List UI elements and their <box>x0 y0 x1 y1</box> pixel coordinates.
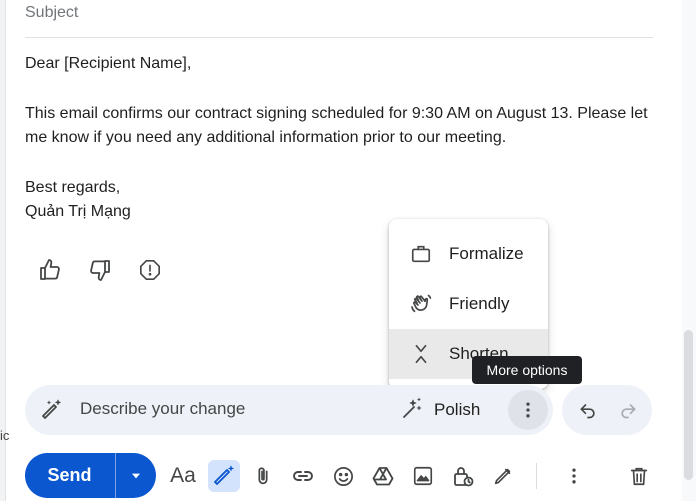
signature-pen-icon[interactable] <box>488 461 518 491</box>
undo-redo-group <box>562 385 652 435</box>
menu-item-formalize[interactable]: Formalize <box>389 229 548 279</box>
menu-item-label: Friendly <box>449 294 510 313</box>
subject-field[interactable]: Subject <box>25 4 78 22</box>
scrollbar-track[interactable] <box>682 0 696 501</box>
insert-photo-icon[interactable] <box>408 461 438 491</box>
feedback-bar <box>37 257 163 283</box>
waving-hand-icon <box>409 292 433 316</box>
left-panel-edge: ic <box>0 0 10 501</box>
confidential-mode-icon[interactable] <box>448 461 478 491</box>
caret-down-icon <box>131 473 141 478</box>
help-me-write-button[interactable] <box>208 460 240 492</box>
thumbs-up-icon[interactable] <box>37 257 63 283</box>
subject-divider <box>25 37 653 38</box>
magic-pen-icon <box>214 465 234 485</box>
formatting-icon: Aa <box>170 464 196 487</box>
undo-icon[interactable] <box>576 398 600 422</box>
attach-icon[interactable] <box>248 461 278 491</box>
report-icon[interactable] <box>137 257 163 283</box>
left-panel-fragment: ic <box>0 428 10 443</box>
more-vert-icon <box>526 402 530 418</box>
polish-label: Polish <box>434 400 481 419</box>
body-paragraph: This email confirms our contract signing… <box>25 104 648 147</box>
describe-change-input[interactable]: Describe your change <box>80 399 245 419</box>
emoji-icon[interactable] <box>328 461 358 491</box>
drive-icon[interactable] <box>368 461 398 491</box>
polish-button[interactable]: Polish <box>400 395 480 425</box>
menu-item-label: Formalize <box>449 244 524 263</box>
scrollbar-thumb[interactable] <box>684 330 693 480</box>
send-button[interactable]: Send <box>25 453 114 498</box>
body-closing: Best regards, <box>25 178 121 196</box>
more-options-tooltip: More options <box>472 356 582 384</box>
redo-icon[interactable] <box>616 398 640 422</box>
menu-item-friendly[interactable]: Friendly <box>389 279 548 329</box>
body-greeting: Dear [Recipient Name], <box>25 55 192 72</box>
collapse-icon <box>409 342 433 366</box>
thumbs-down-icon[interactable] <box>87 257 113 283</box>
link-icon[interactable] <box>288 461 318 491</box>
toolbar-divider <box>536 463 537 489</box>
trash-icon[interactable] <box>624 461 654 491</box>
formatting-options-button[interactable]: Aa <box>168 461 198 491</box>
send-button-group: Send <box>25 453 156 498</box>
sparkle-wand-icon <box>400 396 424 425</box>
message-body[interactable]: Dear [Recipient Name], This email confir… <box>25 52 655 225</box>
send-options-button[interactable] <box>116 453 156 498</box>
body-signature: Quản Trị Mạng <box>25 203 131 220</box>
more-options-button[interactable] <box>508 390 548 430</box>
refine-bar: Describe your change Polish <box>25 385 553 435</box>
more-options-icon[interactable] <box>559 461 589 491</box>
briefcase-icon <box>409 242 433 266</box>
magic-wand-icon <box>40 398 64 427</box>
